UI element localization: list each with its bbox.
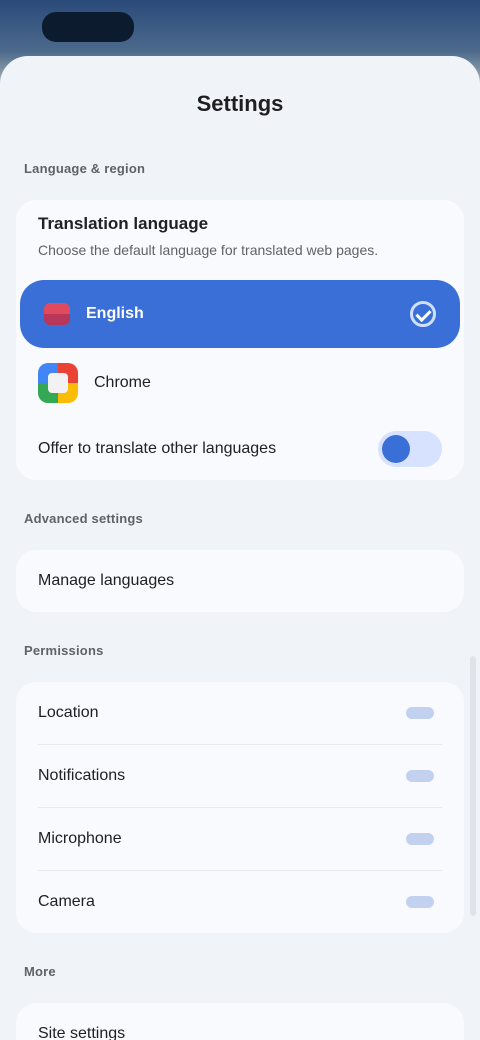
check-circle-icon — [410, 301, 436, 327]
permission-row-location[interactable]: Location — [16, 682, 464, 744]
permissions-card: Location Notifications Microphone Camera — [16, 682, 464, 933]
translate-toggle-row: Offer to translate other languages — [16, 418, 464, 480]
permission-label: Camera — [38, 893, 95, 910]
advanced-card: Manage languages — [16, 550, 464, 612]
status-bar — [0, 0, 480, 50]
sheet-header: Settings — [0, 56, 480, 156]
manage-languages-label: Manage languages — [38, 572, 175, 589]
language-description-block: Translation language Choose the default … — [16, 200, 464, 272]
toggle-knob — [382, 435, 410, 463]
section-label-more: More — [24, 964, 56, 979]
section-label-permissions: Permissions — [24, 643, 104, 658]
permission-row-notifications[interactable]: Notifications — [16, 745, 464, 807]
language-card-title: Translation language — [38, 214, 209, 233]
permission-label: Notifications — [38, 767, 126, 784]
selected-language-row[interactable]: English — [20, 280, 460, 348]
permission-label: Location — [38, 704, 99, 721]
manage-languages-row[interactable]: Manage languages — [16, 550, 464, 612]
permission-row-microphone[interactable]: Microphone — [16, 808, 464, 870]
site-settings-label: Site settings — [38, 1025, 126, 1040]
chrome-icon — [38, 363, 78, 403]
permission-indicator — [406, 833, 434, 845]
flag-icon — [44, 303, 70, 325]
permission-indicator — [406, 896, 434, 908]
language-card: Translation language Choose the default … — [16, 200, 464, 480]
permission-indicator — [406, 770, 434, 782]
permission-indicator — [406, 707, 434, 719]
permission-row-camera[interactable]: Camera — [16, 871, 464, 933]
section-label-advanced: Advanced settings — [24, 511, 143, 526]
status-pill — [42, 12, 134, 42]
settings-sheet: Settings Language & region Translation l… — [0, 56, 480, 1040]
translate-toggle-label: Offer to translate other languages — [38, 440, 277, 457]
sheet-title: Settings — [196, 91, 284, 116]
app-row-chrome[interactable]: Chrome — [16, 348, 464, 418]
scrollbar[interactable] — [470, 656, 476, 916]
more-card: Site settings — [16, 1003, 464, 1040]
app-name: Chrome — [94, 374, 151, 391]
selected-language-label: English — [86, 305, 144, 322]
language-card-description: Choose the default language for translat… — [38, 242, 379, 258]
section-label-language: Language & region — [24, 161, 146, 176]
permission-label: Microphone — [38, 830, 122, 847]
site-settings-row[interactable]: Site settings — [16, 1003, 464, 1040]
translate-toggle[interactable] — [378, 431, 442, 467]
